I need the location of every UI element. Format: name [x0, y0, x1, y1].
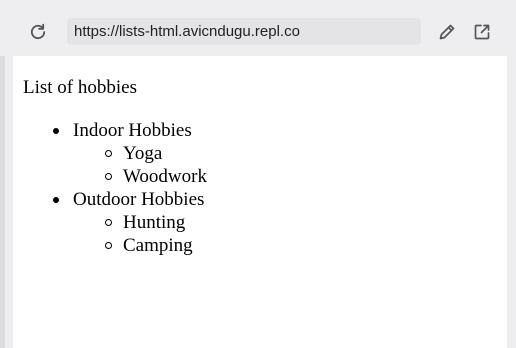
- url-input[interactable]: [74, 23, 414, 40]
- circle-bullet: [105, 242, 112, 249]
- category-label: Outdoor Hobbies: [73, 189, 205, 210]
- pencil-icon: [439, 24, 455, 40]
- list-item: Hunting: [105, 211, 207, 234]
- side-panel-edge: [0, 56, 5, 348]
- intro-text: List of hobbies: [23, 77, 137, 98]
- hobby-label: Camping: [123, 235, 193, 256]
- list-item: Indoor Hobbies Yoga Woodwork: [53, 119, 207, 188]
- hobby-label: Yoga: [123, 143, 163, 164]
- page-viewport: List of hobbies Indoor Hobbies Yoga Wood…: [13, 56, 507, 348]
- hobby-label: Woodwork: [123, 166, 207, 187]
- reload-button[interactable]: [26, 20, 50, 44]
- sub-list: Hunting Camping: [73, 211, 207, 257]
- hobby-label: Hunting: [123, 212, 186, 233]
- hobbies-list: Indoor Hobbies Yoga Woodwork Outdoor Hob…: [53, 119, 207, 257]
- disc-bullet: [53, 128, 59, 134]
- list-item: Woodwork: [105, 165, 207, 188]
- circle-bullet: [105, 150, 112, 157]
- edit-button[interactable]: [435, 20, 459, 44]
- list-item: Outdoor Hobbies Hunting Camping: [53, 188, 207, 257]
- sub-list: Yoga Woodwork: [73, 142, 207, 188]
- list-item: Camping: [105, 234, 207, 257]
- reload-icon: [30, 23, 46, 40]
- external-link-icon: [474, 24, 490, 40]
- category-label: Indoor Hobbies: [73, 120, 192, 141]
- circle-bullet: [105, 219, 112, 226]
- list-item: Yoga: [105, 142, 207, 165]
- circle-bullet: [105, 173, 112, 180]
- open-in-new-tab-button[interactable]: [470, 20, 494, 44]
- url-bar[interactable]: [67, 18, 421, 45]
- browser-toolbar: [0, 0, 516, 56]
- disc-bullet: [53, 197, 59, 203]
